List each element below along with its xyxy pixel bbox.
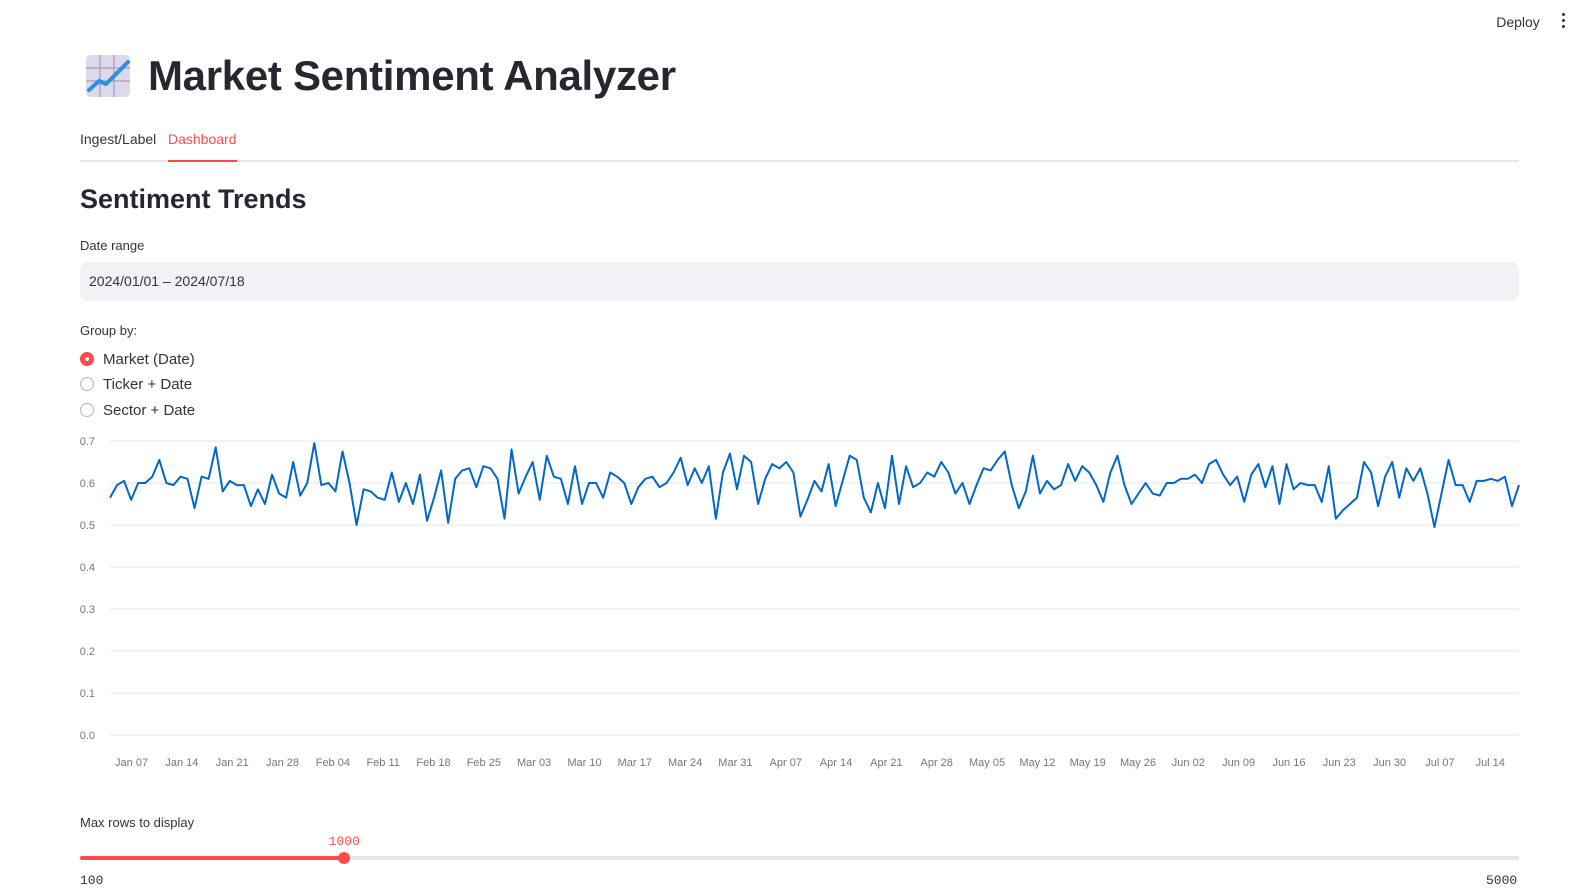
x-tick-label: Mar 24 — [668, 757, 702, 769]
x-tick-label: May 05 — [969, 757, 1005, 769]
radio-unselected-icon — [80, 377, 94, 391]
sentiment-line-chart[interactable]: 0.0 0.1 0.2 0.3 0.4 0.5 0.6 0.7 Jan 07 Jan 14 Jan … — [78, 432, 1523, 777]
slider-value: 1000 — [328, 834, 360, 849]
max-rows-slider[interactable] — [80, 852, 1519, 864]
x-tick-label: Jan 28 — [266, 757, 299, 769]
radio-selected-icon — [80, 352, 94, 366]
x-tick-label: Jun 09 — [1222, 757, 1255, 769]
x-tick-label: Feb 04 — [316, 757, 350, 769]
radio-label: Ticker + Date — [103, 375, 193, 393]
x-tick-label: Feb 18 — [416, 757, 450, 769]
x-tick-label: Mar 10 — [567, 757, 601, 769]
radio-label: Sector + Date — [103, 401, 196, 419]
slider-min-label: 100 — [80, 873, 104, 888]
x-tick-label: May 19 — [1070, 757, 1106, 769]
y-tick-label: 0.3 — [80, 604, 95, 616]
tab-bar: Ingest/Label Dashboard — [80, 126, 1519, 162]
y-tick-label: 0.0 — [80, 730, 95, 742]
x-tick-label: Apr 21 — [870, 757, 902, 769]
date-range-input[interactable]: 2024/01/01 – 2024/07/18 — [80, 262, 1519, 301]
x-tick-label: Mar 03 — [517, 757, 551, 769]
tab-ingest-label[interactable]: Ingest/Label — [80, 130, 156, 158]
y-tick-label: 0.6 — [80, 478, 95, 490]
x-tick-label: Mar 17 — [618, 757, 652, 769]
radio-sector-date[interactable]: Sector + Date — [80, 399, 195, 421]
x-tick-label: May 12 — [1019, 757, 1055, 769]
x-tick-label: Jan 14 — [165, 757, 198, 769]
slider-thumb[interactable] — [338, 852, 351, 864]
x-tick-label: Jun 30 — [1373, 757, 1406, 769]
slider-fill — [80, 856, 345, 860]
y-tick-label: 0.2 — [80, 646, 95, 658]
series-line — [109, 442, 1520, 529]
max-rows-label: Max rows to display — [80, 815, 195, 830]
radio-market-date[interactable]: Market (Date) — [80, 348, 195, 370]
y-tick-label: 0.1 — [80, 688, 95, 700]
chart-increasing-icon — [86, 55, 130, 97]
page-header: Market Sentiment Analyzer — [84, 50, 676, 102]
x-tick-label: Apr 14 — [820, 757, 852, 769]
kebab-menu-icon[interactable] — [1562, 13, 1568, 31]
x-tick-label: Jun 23 — [1323, 757, 1356, 769]
group-by-label: Group by: — [80, 323, 138, 338]
x-tick-label: Feb 25 — [467, 757, 501, 769]
x-tick-label: Jan 21 — [216, 757, 249, 769]
tab-dashboard[interactable]: Dashboard — [168, 130, 237, 162]
radio-label: Market (Date) — [103, 350, 195, 368]
x-tick-label: Jun 16 — [1272, 757, 1305, 769]
x-tick-label: Jan 07 — [115, 757, 148, 769]
y-tick-label: 0.5 — [80, 520, 95, 532]
slider-max-label: 5000 — [1486, 873, 1518, 888]
y-tick-label: 0.4 — [80, 562, 95, 574]
page-title: Market Sentiment Analyzer — [148, 52, 676, 99]
x-tick-label: Apr 28 — [920, 757, 952, 769]
x-tick-label: Jun 02 — [1172, 757, 1205, 769]
x-tick-label: Apr 07 — [770, 757, 802, 769]
x-tick-label: May 26 — [1120, 757, 1156, 769]
x-tick-label: Jul 14 — [1476, 757, 1505, 769]
date-range-label: Date range — [80, 238, 145, 253]
x-tick-label: Mar 31 — [718, 757, 752, 769]
y-tick-label: 0.7 — [80, 436, 95, 448]
deploy-button[interactable]: Deploy — [1486, 12, 1550, 32]
radio-ticker-date[interactable]: Ticker + Date — [80, 373, 192, 395]
radio-unselected-icon — [80, 403, 94, 417]
x-tick-label: Jul 07 — [1425, 757, 1454, 769]
x-tick-label: Feb 11 — [366, 757, 399, 769]
section-title: Sentiment Trends — [80, 184, 307, 214]
